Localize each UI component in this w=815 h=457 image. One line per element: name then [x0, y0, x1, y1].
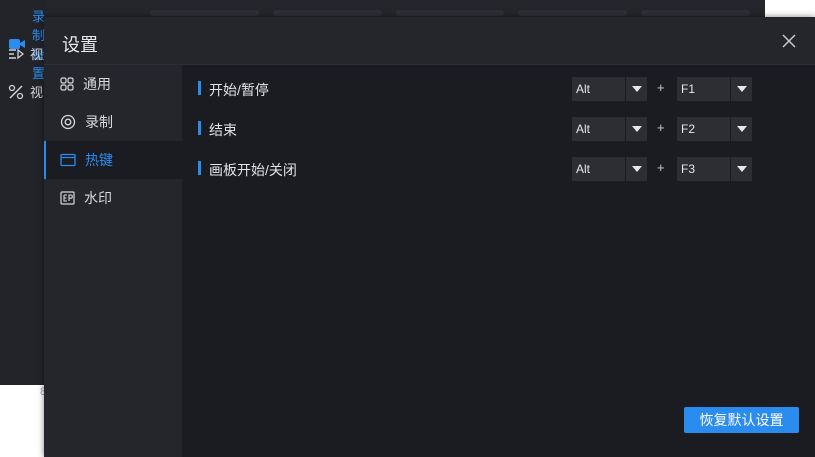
dropdown-arrow-icon: [625, 77, 647, 101]
hotkey-row: 开始/暂停 Alt + F1: [198, 77, 798, 101]
dialog-header: 设置: [44, 17, 815, 65]
key-value: F1: [681, 82, 696, 96]
playlist-icon: [8, 47, 24, 61]
hotkey-label: 结束: [209, 122, 237, 138]
nav-item-general[interactable]: 通用: [44, 65, 182, 103]
dropdown-arrow-icon: [625, 117, 647, 141]
key-select[interactable]: F1: [677, 77, 752, 101]
bg-sidebar-item-tools[interactable]: 视: [8, 82, 43, 101]
row-marker: [198, 121, 201, 135]
reset-defaults-button[interactable]: 恢复默认设置: [684, 407, 799, 433]
tools-icon: [8, 84, 24, 100]
dropdown-arrow-icon: [730, 157, 752, 181]
window-icon: [60, 153, 76, 167]
nav-item-label: 录制: [85, 114, 113, 130]
bg-sidebar-item-label: 视: [30, 47, 44, 62]
hotkey-row: 画板开始/关闭 Alt + F3: [198, 157, 798, 181]
key-value: F2: [681, 122, 696, 136]
nav-item-record[interactable]: 录制: [44, 103, 182, 141]
plus-sign: +: [657, 120, 665, 135]
key-value: F3: [681, 162, 696, 176]
settings-dialog: 设置 通用 录制 热键 水印 开始/暂停 Alt + F1 结束 Alt + F…: [44, 17, 815, 457]
background-toolbar: [150, 10, 750, 16]
hotkey-row: 结束 Alt + F2: [198, 117, 798, 141]
dropdown-arrow-icon: [730, 117, 752, 141]
modifier-value: Alt: [576, 122, 591, 136]
plus-sign: +: [657, 160, 665, 175]
key-select[interactable]: F2: [677, 117, 752, 141]
grid-icon: [60, 77, 74, 91]
modifier-select[interactable]: Alt: [572, 77, 647, 101]
nav-item-label: 水印: [84, 190, 112, 206]
modifier-select[interactable]: Alt: [572, 117, 647, 141]
row-marker: [198, 161, 201, 175]
nav-item-label: 通用: [83, 76, 111, 92]
nav-item-watermark[interactable]: 水印: [44, 179, 182, 217]
bg-sidebar-item-video[interactable]: 视: [8, 44, 43, 63]
modifier-value: Alt: [576, 82, 591, 96]
modifier-select[interactable]: Alt: [572, 157, 647, 181]
dropdown-arrow-icon: [730, 77, 752, 101]
hotkeys-panel: 开始/暂停 Alt + F1 结束 Alt + F2 画板开始/关闭 Alt +…: [182, 65, 815, 457]
modifier-value: Alt: [576, 162, 591, 176]
record-icon: [60, 114, 76, 130]
settings-nav: 通用 录制 热键 水印: [44, 65, 182, 457]
bg-sidebar-item-label: 视: [30, 85, 44, 100]
dropdown-arrow-icon: [625, 157, 647, 181]
hotkey-label: 画板开始/关闭: [209, 162, 297, 178]
close-icon: [782, 34, 796, 48]
plus-sign: +: [657, 80, 665, 95]
background-sidebar: 录制设置 视 视: [0, 0, 46, 385]
close-button[interactable]: [779, 31, 799, 51]
key-select[interactable]: F3: [677, 157, 752, 181]
dialog-title: 设置: [62, 35, 98, 55]
nav-item-label: 热键: [85, 152, 113, 168]
hotkey-label: 开始/暂停: [209, 82, 269, 98]
background-white-area: [0, 385, 30, 457]
row-marker: [198, 81, 201, 95]
watermark-icon: [60, 191, 75, 205]
nav-item-hotkeys[interactable]: 热键: [44, 141, 182, 179]
